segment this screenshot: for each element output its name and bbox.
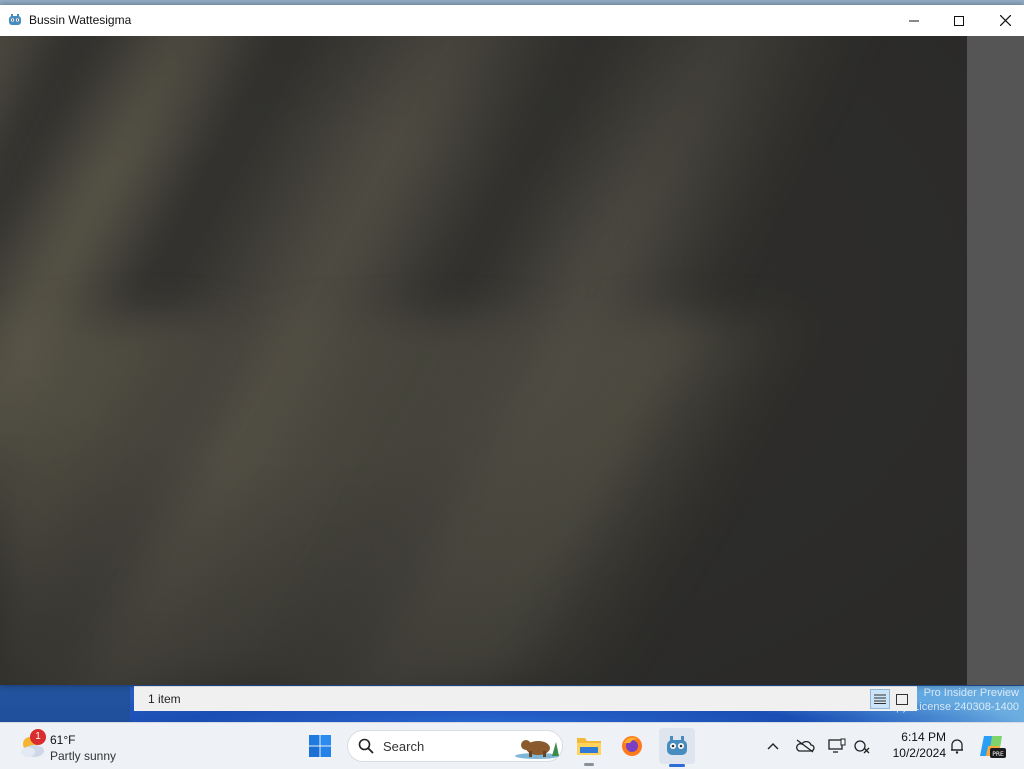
network-disconnected-icon	[854, 740, 870, 754]
godot-taskbar-button[interactable]	[659, 728, 695, 767]
weather-alert-badge: 1	[30, 729, 46, 745]
close-button[interactable]	[982, 5, 1024, 36]
clock-date: 10/2/2024	[892, 746, 946, 760]
search-placeholder: Search	[383, 739, 425, 754]
item-count: 1 item	[148, 692, 181, 706]
bell-icon	[951, 739, 963, 754]
app-window: Bussin Wattesigma	[0, 5, 1024, 685]
svg-text:PRE: PRE	[992, 751, 1004, 758]
minimize-button[interactable]	[891, 5, 937, 36]
notifications-button[interactable]	[946, 735, 968, 757]
onedrive-tray-button[interactable]	[794, 735, 816, 757]
chevron-up-icon	[767, 743, 779, 750]
window-right-gutter	[967, 36, 1024, 685]
monitor-icon	[828, 738, 846, 753]
onedrive-offline-icon	[796, 739, 815, 753]
close-icon	[999, 15, 1011, 26]
title-bar[interactable]: Bussin Wattesigma	[0, 5, 1024, 36]
windows-logo-icon	[309, 735, 331, 757]
show-hidden-icons-button[interactable]	[762, 735, 784, 757]
weather-temperature: 61°F	[50, 733, 76, 747]
firefox-button[interactable]	[614, 728, 650, 764]
details-view-icon	[874, 694, 886, 704]
minimize-icon	[909, 20, 919, 21]
maximize-button[interactable]	[936, 5, 982, 36]
window-title: Bussin Wattesigma	[29, 13, 132, 27]
details-view-button[interactable]	[870, 689, 890, 709]
clock-time: 6:14 PM	[901, 730, 946, 744]
tiles-view-button[interactable]	[892, 689, 912, 709]
godot-icon	[667, 736, 687, 755]
godot-app-icon	[9, 14, 21, 25]
explorer-status-bar: 1 item	[134, 686, 917, 711]
folder-icon	[577, 738, 601, 755]
search-highlight-bear-icon	[515, 740, 559, 759]
render-viewport[interactable]	[0, 36, 967, 685]
vignette-overlay	[0, 36, 967, 685]
network-tray-button[interactable]	[851, 735, 873, 757]
weather-condition: Partly sunny	[50, 749, 117, 763]
display-tray-button[interactable]	[826, 735, 848, 757]
weather-widget[interactable]: 1 61°F Partly sunny	[14, 727, 154, 765]
file-explorer-button[interactable]	[571, 728, 607, 766]
copilot-pre-icon[interactable]: PRE	[978, 732, 1006, 760]
maximize-icon	[954, 15, 964, 26]
tiles-view-icon	[896, 693, 908, 705]
taskbar-search-box[interactable]: Search	[347, 730, 563, 762]
system-clock[interactable]: 6:14 PM 10/2/2024	[880, 729, 946, 761]
taskbar: 1 61°F Partly sunny Search 6:14 PM 10/2/…	[0, 722, 1024, 769]
running-indicator	[584, 763, 594, 766]
active-indicator	[669, 764, 685, 767]
start-button[interactable]	[302, 728, 338, 764]
search-icon	[358, 738, 374, 754]
firefox-icon	[622, 736, 642, 756]
